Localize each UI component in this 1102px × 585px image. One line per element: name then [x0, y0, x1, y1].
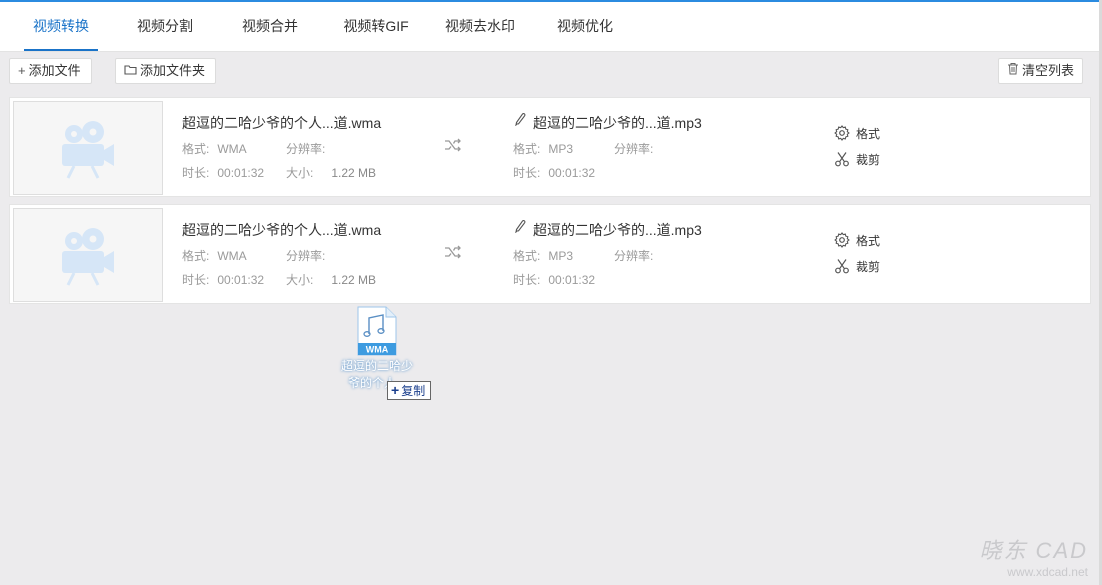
shuffle-convert-icon [445, 245, 461, 259]
source-size: 大小: 1.22 MB [286, 166, 377, 180]
trim-button[interactable]: 裁剪 [834, 151, 880, 168]
add-file-button[interactable]: + 添加文件 [9, 58, 92, 84]
trim-button[interactable]: 裁剪 [834, 258, 880, 275]
output-format: 格式: MP3 [513, 249, 574, 263]
add-file-label: 添加文件 [28, 63, 81, 78]
source-resolution: 分辨率: [286, 249, 326, 263]
tab-video-optimize[interactable]: 视频优化 [550, 2, 620, 51]
output-file-name: 超逗的二哈少爷的...道.mp3 [533, 222, 702, 238]
output-file-name: 超逗的二哈少爷的...道.mp3 [533, 115, 702, 131]
tab-video-convert[interactable]: 视频转换 [24, 2, 98, 51]
folder-icon [124, 59, 137, 83]
plus-icon: + [18, 63, 26, 78]
format-settings-button[interactable]: 格式 [834, 232, 880, 249]
file-row: 超逗的二哈少爷的个人...道.wma 格式: WMA 分辨率: 时长: 00:01:… [9, 97, 1091, 197]
file-type-badge: WMA [366, 345, 389, 355]
output-resolution: 分辨率: [614, 142, 654, 156]
video-thumbnail [13, 101, 163, 195]
tab-bar: 视频转换 视频分割 视频合并 视频转GIF 视频去水印 视频优化 [0, 2, 1102, 52]
add-folder-label: 添加文件夹 [140, 63, 206, 78]
rename-pencil-icon[interactable] [514, 219, 526, 233]
source-resolution: 分辨率: [286, 142, 326, 156]
video-camera-icon [62, 228, 114, 286]
source-file-name: 超逗的二哈少爷的个人...道.wma [182, 115, 382, 131]
tab-video-to-gif[interactable]: 视频转GIF [336, 2, 416, 51]
source-duration: 时长: 00:01:32 [182, 273, 265, 287]
output-format: 格式: MP3 [513, 142, 574, 156]
source-duration: 时长: 00:01:32 [182, 166, 265, 180]
clear-list-button[interactable]: 清空列表 [998, 58, 1084, 84]
clear-list-label: 清空列表 [1022, 63, 1075, 78]
gear-icon [834, 125, 850, 141]
dragged-audio-file-icon: WMA [357, 306, 397, 356]
output-resolution: 分辨率: [614, 249, 654, 263]
source-file-name: 超逗的二哈少爷的个人...道.wma [182, 222, 382, 238]
file-row: 超逗的二哈少爷的个人...道.wma 格式: WMA 分辨率: 时长: 00:01:… [9, 204, 1091, 304]
site-watermark: 晓东 CAD www.xdcad.net [979, 538, 1088, 579]
tab-video-remove-watermark[interactable]: 视频去水印 [438, 2, 522, 51]
drag-copy-tooltip: + 复制 [387, 381, 432, 400]
scissors-icon [835, 259, 849, 274]
video-camera-icon [62, 121, 114, 179]
source-format: 格式: WMA [182, 142, 247, 156]
output-duration: 时长: 00:01:32 [513, 273, 596, 287]
trash-icon [1007, 59, 1019, 83]
scissors-icon [835, 152, 849, 167]
tab-video-split[interactable]: 视频分割 [130, 2, 200, 51]
video-thumbnail [13, 208, 163, 302]
format-settings-button[interactable]: 格式 [834, 125, 880, 142]
shuffle-convert-icon [445, 138, 461, 152]
source-format: 格式: WMA [182, 249, 247, 263]
rename-pencil-icon[interactable] [514, 112, 526, 126]
tab-video-merge[interactable]: 视频合并 [234, 2, 306, 51]
add-folder-button[interactable]: 添加文件夹 [115, 58, 217, 84]
gear-icon [834, 232, 850, 248]
output-duration: 时长: 00:01:32 [513, 166, 596, 180]
source-size: 大小: 1.22 MB [286, 273, 377, 287]
plus-icon: + [391, 382, 400, 398]
